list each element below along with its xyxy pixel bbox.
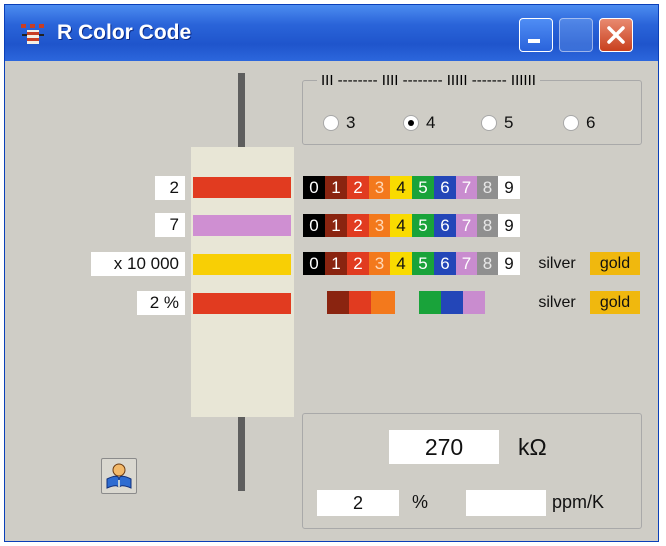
help-book-icon: [106, 463, 132, 490]
color-chip-1[interactable]: 1: [325, 176, 347, 199]
color-chip-5[interactable]: 5: [412, 252, 434, 275]
tolerance-color-red[interactable]: [349, 291, 371, 314]
tolerance-field[interactable]: 2: [317, 490, 399, 516]
color-chip-5[interactable]: 5: [412, 176, 434, 199]
color-chip-0[interactable]: 0: [303, 176, 325, 199]
band-tolerance: [193, 293, 291, 314]
color-chip-9[interactable]: 9: [498, 176, 520, 199]
color-chip-4[interactable]: 4: [390, 176, 412, 199]
color-chip-8[interactable]: 8: [477, 214, 498, 237]
window-title: R Color Code: [57, 21, 192, 44]
tolerance-color-green[interactable]: [419, 291, 441, 314]
band-count-legend: III -------- IIII -------- IIIII -------…: [317, 72, 540, 89]
color-chip-4[interactable]: 4: [390, 252, 412, 275]
color-chip-0[interactable]: 0: [303, 214, 325, 237]
band-1: [193, 177, 291, 198]
title-bar[interactable]: R Color Code: [5, 5, 658, 61]
tolerance-color-violet[interactable]: [463, 291, 485, 314]
color-chip-2[interactable]: 2: [347, 176, 369, 199]
radio-button-selected[interactable]: [403, 115, 419, 131]
resistor-lead-top: [238, 73, 245, 147]
tempco-unit: ppm/K: [552, 492, 605, 512]
color-chip-5[interactable]: 5: [412, 214, 434, 237]
radio-button[interactable]: [563, 115, 579, 131]
tolerance-unit: %: [412, 492, 429, 512]
color-chip-8[interactable]: 8: [477, 252, 498, 275]
color-chip-6[interactable]: 6: [434, 214, 456, 237]
tolerance-color-blue[interactable]: [441, 291, 463, 314]
multiplier-gold-option[interactable]: gold: [590, 252, 640, 275]
radio-label: 4: [426, 113, 436, 132]
tolerance-gold-option[interactable]: gold: [590, 291, 640, 314]
app-window: R Color Code III -------- IIII -------- …: [4, 4, 659, 542]
tempco-field[interactable]: [466, 490, 546, 516]
digit2-palette: 0123456789: [303, 214, 520, 237]
color-chip-1[interactable]: 1: [325, 214, 347, 237]
band-2: [193, 215, 291, 236]
resistance-unit: kΩ: [518, 434, 547, 460]
band2-value: 7: [155, 213, 185, 237]
tolerance-value: 2 %: [137, 291, 185, 315]
close-icon: [607, 26, 625, 44]
color-chip-7[interactable]: 7: [456, 214, 477, 237]
radio-button[interactable]: [323, 115, 339, 131]
color-chip-9[interactable]: 9: [498, 214, 520, 237]
resistor-lead-bottom: [238, 417, 245, 491]
color-chip-8[interactable]: 8: [477, 176, 498, 199]
resistance-field[interactable]: 270: [389, 430, 499, 464]
multiplier-value: x 10 000: [91, 252, 185, 276]
color-chip-3[interactable]: 3: [369, 252, 390, 275]
radio-bands-5[interactable]: 5: [481, 113, 513, 133]
tolerance-silver-option[interactable]: silver: [532, 291, 582, 314]
digit1-palette: 0123456789: [303, 176, 520, 199]
multiplier-silver-option[interactable]: silver: [532, 252, 582, 275]
close-button[interactable]: [599, 18, 633, 52]
help-button[interactable]: [101, 458, 137, 494]
radio-label: 5: [504, 113, 514, 132]
color-chip-2[interactable]: 2: [347, 214, 369, 237]
radio-label: 3: [346, 113, 356, 132]
band-multiplier: [193, 254, 291, 275]
tolerance-color-brown[interactable]: [327, 291, 349, 314]
minimize-button[interactable]: [519, 18, 553, 52]
color-chip-6[interactable]: 6: [434, 176, 456, 199]
radio-label: 6: [586, 113, 596, 132]
radio-button[interactable]: [481, 115, 497, 131]
color-chip-0[interactable]: 0: [303, 252, 325, 275]
radio-bands-4[interactable]: 4: [403, 113, 435, 133]
color-chip-2[interactable]: 2: [347, 252, 369, 275]
minimize-icon: [528, 39, 540, 43]
color-chip-7[interactable]: 7: [456, 252, 477, 275]
color-chip-7[interactable]: 7: [456, 176, 477, 199]
tolerance-color-orange[interactable]: [371, 291, 395, 314]
color-chip-6[interactable]: 6: [434, 252, 456, 275]
band1-value: 2: [155, 176, 185, 200]
multiplier-palette: 0123456789: [303, 252, 520, 275]
color-chip-4[interactable]: 4: [390, 214, 412, 237]
color-chip-3[interactable]: 3: [369, 176, 390, 199]
maximize-button: [559, 18, 593, 52]
color-chip-3[interactable]: 3: [369, 214, 390, 237]
resistor-icon: [21, 24, 44, 44]
color-chip-9[interactable]: 9: [498, 252, 520, 275]
radio-bands-3[interactable]: 3: [323, 113, 355, 133]
radio-bands-6[interactable]: 6: [563, 113, 595, 133]
color-chip-1[interactable]: 1: [325, 252, 347, 275]
